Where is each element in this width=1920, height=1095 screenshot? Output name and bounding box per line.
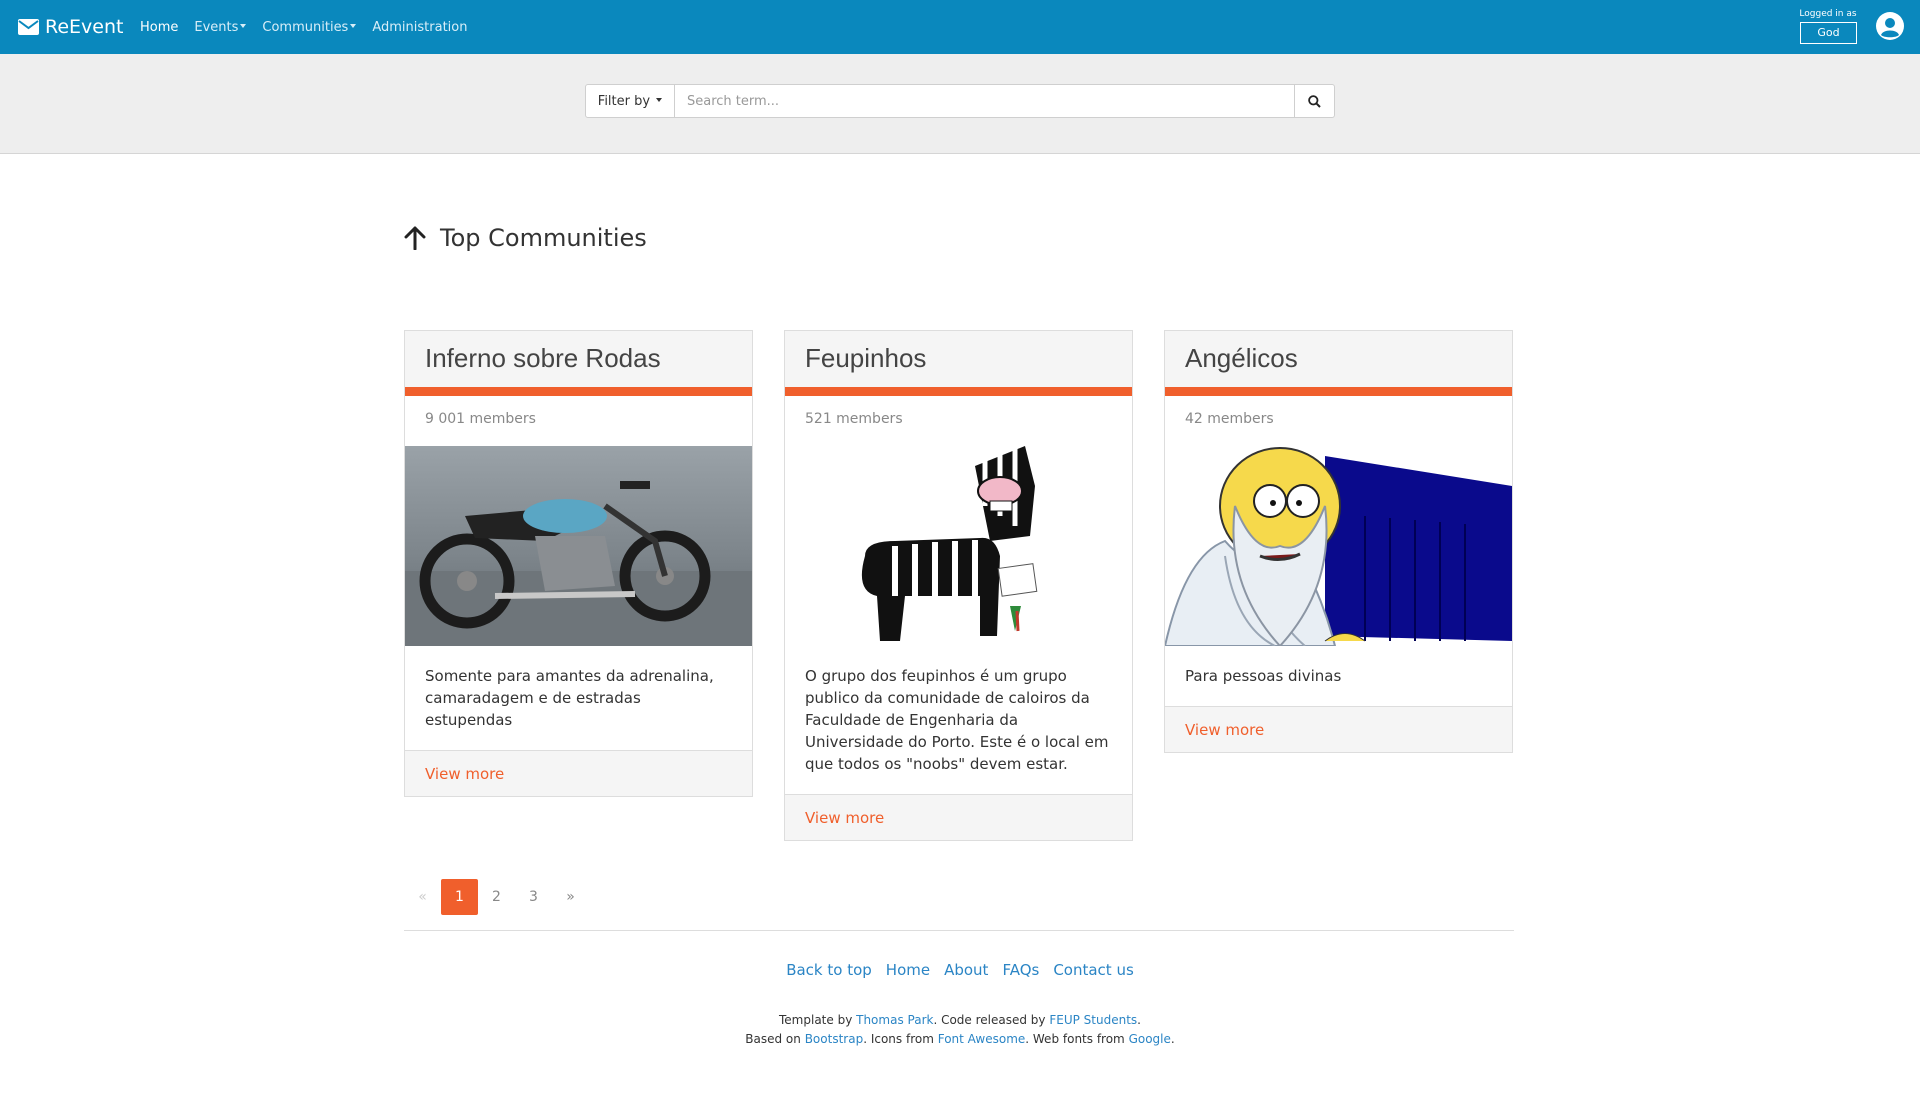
footer-links: Back to top Home About FAQs Contact us — [0, 961, 1920, 979]
pagination-prev: « — [418, 889, 427, 905]
pagination-page-3[interactable]: 3 — [515, 879, 552, 915]
card-header: Angélicos — [1165, 331, 1512, 396]
community-image — [405, 446, 752, 646]
caret-down-icon — [350, 24, 357, 28]
community-name[interactable]: Inferno sobre Rodas — [405, 331, 752, 374]
footer-link-contact[interactable]: Contact us — [1053, 961, 1133, 979]
footer-credits-line-1: Template by Thomas Park. Code released b… — [779, 1013, 1141, 1027]
footer-link-feup-students[interactable]: FEUP Students — [1049, 1013, 1137, 1027]
footer-link-home[interactable]: Home — [886, 961, 930, 979]
card-footer: View more — [405, 751, 752, 796]
section-title-text: Top Communities — [440, 224, 647, 252]
view-more-link[interactable]: View more — [425, 765, 504, 783]
community-card: Angélicos 42 members Para pessoas divina… — [1164, 330, 1513, 753]
footer-link-thomas-park[interactable]: Thomas Park — [856, 1013, 933, 1027]
footer-credits-line-2: Based on Bootstrap. Icons from Font Awes… — [745, 1032, 1175, 1046]
brand-name: ReEvent — [45, 16, 124, 38]
pagination-page-1[interactable]: 1 — [441, 879, 478, 915]
user-circle-icon[interactable] — [1876, 12, 1904, 40]
caret-down-icon — [656, 98, 663, 102]
search-icon — [1308, 94, 1321, 108]
community-card: Inferno sobre Rodas 9 001 members Soment… — [404, 330, 753, 797]
search-input[interactable] — [675, 84, 1295, 118]
community-image — [1165, 446, 1512, 646]
search-group: Filter by — [585, 84, 1335, 118]
filter-by-button[interactable]: Filter by — [585, 84, 675, 118]
logged-in-box: Logged in as God — [1798, 9, 1858, 44]
footer-link-google[interactable]: Google — [1129, 1032, 1171, 1046]
footer-link-font-awesome[interactable]: Font Awesome — [938, 1032, 1026, 1046]
navbar: ReEvent Home Events Communities Administ… — [0, 0, 1920, 54]
search-button[interactable] — [1295, 84, 1335, 118]
user-button[interactable]: God — [1800, 22, 1857, 44]
main-nav: Home Events Communities Administration — [140, 0, 483, 54]
community-description: Somente para amantes da adrenalina, cama… — [405, 646, 752, 751]
footer-link-faqs[interactable]: FAQs — [1002, 961, 1039, 979]
footer-divider — [404, 930, 1514, 931]
pagination-next[interactable]: » — [552, 879, 589, 915]
caret-down-icon — [240, 24, 247, 28]
envelope-icon — [18, 19, 39, 35]
community-description: Para pessoas divinas — [1165, 646, 1512, 707]
search-band: Filter by — [0, 54, 1920, 154]
community-description: O grupo dos feupinhos é um grupo publico… — [785, 646, 1132, 795]
pagination-page-2[interactable]: 2 — [478, 879, 515, 915]
community-name[interactable]: Angélicos — [1165, 331, 1512, 374]
logged-in-label: Logged in as — [1799, 9, 1857, 19]
arrow-up-icon — [404, 226, 426, 250]
member-count: 521 members — [805, 411, 903, 427]
footer-link-about[interactable]: About — [944, 961, 988, 979]
card-footer: View more — [785, 795, 1132, 840]
nav-administration[interactable]: Administration — [372, 20, 467, 35]
footer-link-back-to-top[interactable]: Back to top — [786, 961, 872, 979]
nav-events-dropdown[interactable]: Events — [194, 20, 247, 35]
footer-link-bootstrap[interactable]: Bootstrap — [805, 1032, 863, 1046]
community-image — [785, 446, 1132, 646]
view-more-link[interactable]: View more — [805, 809, 884, 827]
member-count: 9 001 members — [425, 411, 536, 427]
pagination: « 1 2 3 » — [404, 879, 589, 915]
brand-link[interactable]: ReEvent — [18, 0, 123, 54]
card-header: Feupinhos — [785, 331, 1132, 396]
community-card: Feupinhos 521 members O grupo dos feupin… — [784, 330, 1133, 841]
nav-communities-dropdown[interactable]: Communities — [262, 20, 357, 35]
section-title: Top Communities — [404, 224, 647, 252]
view-more-link[interactable]: View more — [1185, 721, 1264, 739]
card-footer: View more — [1165, 707, 1512, 752]
community-name[interactable]: Feupinhos — [785, 331, 1132, 374]
member-count: 42 members — [1185, 411, 1274, 427]
card-header: Inferno sobre Rodas — [405, 331, 752, 396]
nav-home[interactable]: Home — [140, 20, 178, 35]
